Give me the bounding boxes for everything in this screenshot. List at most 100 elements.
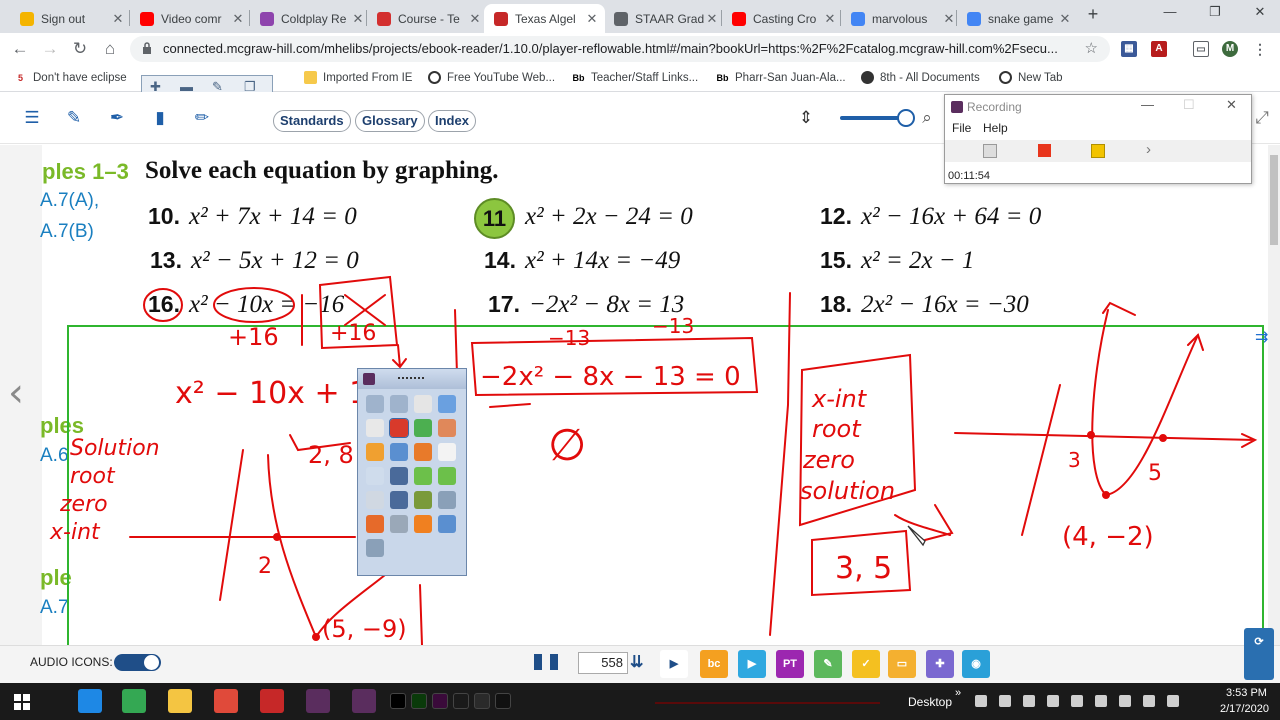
menu-help[interactable]: Help xyxy=(983,121,1008,135)
add-icon[interactable]: ✚ xyxy=(926,650,954,678)
powerpoint-icon[interactable]: PT xyxy=(776,650,804,678)
save-icon[interactable] xyxy=(390,467,408,485)
close-window-icon[interactable]: ✕ xyxy=(1240,4,1280,24)
glossary-button[interactable]: Glossary xyxy=(355,110,425,132)
internet-explorer-icon[interactable] xyxy=(78,689,102,713)
acrobat-extension-icon[interactable]: A xyxy=(1151,41,1167,57)
ink-color-swatch[interactable] xyxy=(453,693,469,709)
web-icon[interactable]: ◉ xyxy=(962,650,990,678)
toolbar-expand-icon[interactable]: » xyxy=(955,687,961,699)
eraser-icon[interactable] xyxy=(438,419,456,437)
tray-app-icon[interactable] xyxy=(1095,695,1107,707)
bookmark-imported[interactable]: Imported From IE xyxy=(304,71,412,84)
close-icon[interactable]: ✕ xyxy=(1226,97,1237,113)
menu-kebab-icon[interactable]: ⋮ xyxy=(1252,41,1268,57)
browser-tab[interactable]: STAAR Grad ✕ xyxy=(604,4,725,33)
video-icon[interactable]: ▶ xyxy=(738,650,766,678)
profile-avatar[interactable]: M xyxy=(1222,41,1238,57)
ink-color-swatch[interactable] xyxy=(474,693,490,709)
browser-tab[interactable]: Coldplay Re ✕ xyxy=(250,4,371,33)
notes-icon[interactable]: bc xyxy=(700,650,728,678)
close-tab-icon[interactable]: ✕ xyxy=(1058,11,1072,27)
close-tab-icon[interactable]: ✕ xyxy=(942,11,956,27)
wifi-icon[interactable] xyxy=(1167,695,1179,707)
close-tab-icon[interactable]: ✕ xyxy=(231,11,245,27)
back-arrow-icon[interactable] xyxy=(414,467,432,485)
minimize-icon[interactable]: — xyxy=(1150,4,1190,24)
fullscreen-icon[interactable]: ⤢ xyxy=(1252,108,1272,128)
file-explorer-icon[interactable] xyxy=(168,689,192,713)
close-circle-icon[interactable] xyxy=(366,515,384,533)
highlighter-icon[interactable] xyxy=(414,419,432,437)
bookmark-eclipse[interactable]: 5 Don't have eclipse xyxy=(14,71,127,84)
cast-icon[interactable]: ▭ xyxy=(1193,41,1209,57)
close-tab-icon[interactable]: ✕ xyxy=(351,11,365,27)
bookmark-new-tab[interactable]: New Tab xyxy=(999,71,1063,84)
battery-icon[interactable] xyxy=(1119,695,1131,707)
forward-arrow-icon[interactable]: → xyxy=(40,39,60,59)
browser-tab[interactable]: Texas Algel ✕ xyxy=(484,4,605,33)
zoom-icon[interactable]: ⌕ xyxy=(917,108,937,128)
tray-app-icon[interactable] xyxy=(975,695,987,707)
bookmark-teacher-staff[interactable]: Bb Teacher/Staff Links... xyxy=(572,71,699,84)
screencast-app-icon[interactable] xyxy=(352,689,376,713)
pause-icon[interactable] xyxy=(1091,144,1105,158)
index-button[interactable]: Index xyxy=(428,110,476,132)
grid-icon[interactable] xyxy=(366,491,384,509)
undo-icon[interactable] xyxy=(414,515,432,533)
browser-tab[interactable]: Course - Te ✕ xyxy=(367,4,488,33)
redo-icon[interactable] xyxy=(390,515,408,533)
chevron-down-icon[interactable] xyxy=(390,395,408,413)
close-tab-icon[interactable]: ✕ xyxy=(111,11,125,27)
next-page-arrow-icon[interactable]: ▶ xyxy=(660,650,688,678)
ink-color-swatch[interactable] xyxy=(411,693,427,709)
audio-icons-toggle[interactable] xyxy=(114,654,161,671)
recorder-icon[interactable] xyxy=(214,689,238,713)
zoom-slider-handle[interactable] xyxy=(897,109,915,127)
clock-date[interactable]: 2/17/2020 xyxy=(1220,703,1269,715)
back-arrow-icon[interactable]: ← xyxy=(10,39,30,59)
close-tab-icon[interactable]: ✕ xyxy=(468,11,482,27)
bluetooth-icon[interactable] xyxy=(1071,695,1083,707)
check-icon[interactable]: ✓ xyxy=(852,650,880,678)
page-number-input[interactable]: 558 xyxy=(578,652,628,674)
close-tab-icon[interactable]: ✕ xyxy=(823,11,837,27)
browser-tab[interactable]: Sign out ✕ xyxy=(10,4,131,33)
pencil-icon[interactable]: ✏ xyxy=(192,108,212,128)
chrome-icon[interactable] xyxy=(122,689,146,713)
folder-icon[interactable]: ▭ xyxy=(888,650,916,678)
bookmark-pharr[interactable]: Bb Pharr-San Juan-Ala... xyxy=(716,71,846,84)
address-bar[interactable]: connected.mcgraw-hill.com/mhelibs/projec… xyxy=(130,36,1110,62)
maximize-icon[interactable]: ☐ xyxy=(1183,97,1195,113)
copy-icon[interactable] xyxy=(438,395,456,413)
screenshot-icon[interactable] xyxy=(414,491,432,509)
screencast-app-icon[interactable] xyxy=(306,689,330,713)
forward-arrow-icon[interactable] xyxy=(438,467,456,485)
text-size-icon[interactable]: ⇕ xyxy=(796,108,816,128)
restore-icon[interactable]: ❐ xyxy=(1195,4,1235,24)
refresh-panel-icon[interactable]: ⟳ xyxy=(1244,628,1274,680)
ink-color-swatch[interactable] xyxy=(495,693,511,709)
ink-color-swatch[interactable] xyxy=(390,693,406,709)
minimize-icon[interactable]: — xyxy=(1141,97,1154,112)
tools-icon[interactable]: ✎ xyxy=(814,650,842,678)
bookmark-youtube-web[interactable]: Free YouTube Web... xyxy=(428,71,555,84)
shapes-icon[interactable] xyxy=(366,443,384,461)
ink-color-swatch[interactable] xyxy=(432,693,448,709)
home-icon[interactable]: ⌂ xyxy=(100,39,120,59)
close-tab-icon[interactable]: ✕ xyxy=(705,11,719,27)
go-to-page-icon[interactable]: ⇊ xyxy=(630,652,643,672)
menu-file[interactable]: File xyxy=(952,121,971,135)
page-view-icon[interactable] xyxy=(534,654,558,670)
volume-icon[interactable] xyxy=(1143,695,1155,707)
browser-tab[interactable]: marvolous ✕ xyxy=(841,4,962,33)
protractor-icon[interactable] xyxy=(438,515,456,533)
play-icon[interactable]: › xyxy=(1146,141,1151,158)
record-icon[interactable] xyxy=(983,144,997,158)
bookmark-star-icon[interactable]: ☆ xyxy=(1085,39,1098,57)
select-arrow-icon[interactable] xyxy=(366,419,384,437)
acrobat-icon[interactable] xyxy=(260,689,284,713)
toc-list-icon[interactable]: ☰ xyxy=(22,108,42,128)
document-icon[interactable] xyxy=(366,467,384,485)
palette-handle[interactable] xyxy=(358,369,466,389)
